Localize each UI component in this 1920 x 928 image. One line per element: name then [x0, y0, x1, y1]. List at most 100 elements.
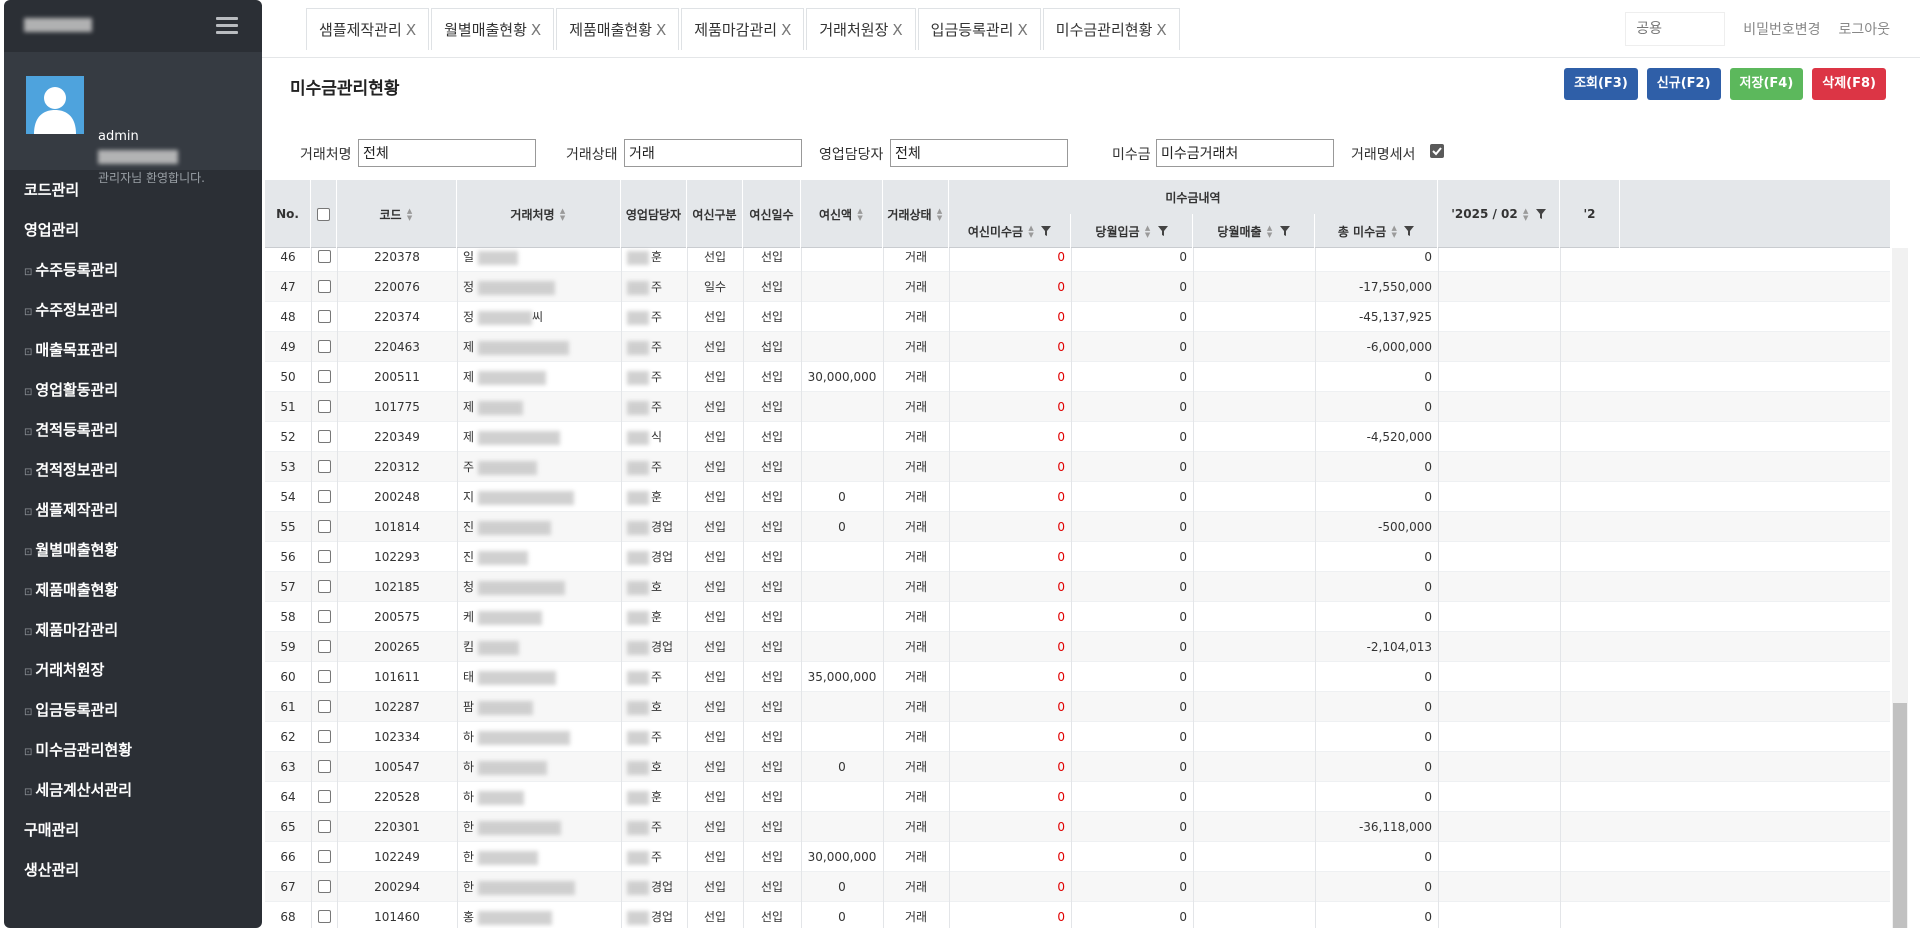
row-checkbox[interactable] — [317, 550, 331, 563]
sidebar-item-4[interactable]: ⊡ 매출목표관리 — [4, 330, 262, 370]
row-checkbox[interactable] — [317, 310, 331, 323]
sort-icon[interactable]: ▲▼ — [1027, 224, 1035, 238]
table-row[interactable]: 58 200575 케 훈 선입 선입 거래 0 0 0 — [265, 602, 1890, 632]
col-rep[interactable]: 영업담당자 — [621, 180, 687, 248]
sidebar-item-2[interactable]: ⊡ 수주등록관리 — [4, 250, 262, 290]
row-checkbox[interactable] — [317, 340, 331, 353]
tab-5[interactable]: 입금등록관리 X — [917, 8, 1041, 50]
table-row[interactable]: 53 220312 주 주 선입 선입 거래 0 0 0 — [265, 452, 1890, 482]
statement-checkbox[interactable] — [1430, 144, 1444, 158]
tab-6[interactable]: 미수금관리현황 X — [1042, 8, 1180, 50]
change-password-link[interactable]: 비밀번호변경 — [1743, 19, 1820, 39]
table-row[interactable]: 54 200248 지 훈 선입 선입 0 거래 0 0 0 — [265, 482, 1890, 512]
new-button[interactable]: 신규(F2) — [1646, 68, 1721, 100]
row-checkbox[interactable] — [317, 280, 331, 293]
table-row[interactable]: 68 101460 홍 경업 선입 선입 0 거래 0 0 0 — [265, 902, 1890, 928]
sidebar-item-11[interactable]: ⊡ 제품마감관리 — [4, 610, 262, 650]
table-row[interactable]: 62 102334 하 주 선입 선입 거래 0 0 0 — [265, 722, 1890, 752]
row-checkbox[interactable] — [317, 580, 331, 593]
row-checkbox[interactable] — [317, 880, 331, 893]
table-row[interactable]: 57 102185 청 호 선입 선입 거래 0 0 0 — [265, 572, 1890, 602]
sidebar-item-16[interactable]: 구매관리 — [4, 810, 262, 850]
sort-icon[interactable]: ▲▼ — [1390, 224, 1398, 238]
sort-icon[interactable]: ▲▼ — [559, 207, 567, 221]
receivable-field[interactable] — [1156, 139, 1334, 167]
table-row[interactable]: 60 101611 태 주 선입 선입 35,000,000 거래 0 0 0 — [265, 662, 1890, 692]
tab-close-icon[interactable]: X — [406, 21, 416, 39]
table-row[interactable]: 48 220374 정 씨 주 선입 선입 거래 0 0 -45,137,925 — [265, 302, 1890, 332]
sales-rep-field[interactable] — [890, 139, 1068, 167]
tab-2[interactable]: 제품매출현황 X — [556, 8, 680, 50]
tab-close-icon[interactable]: X — [656, 21, 666, 39]
row-checkbox[interactable] — [317, 760, 331, 773]
row-checkbox[interactable] — [317, 490, 331, 503]
row-checkbox[interactable] — [317, 730, 331, 743]
tab-0[interactable]: 샘플제작관리 X — [306, 8, 430, 50]
row-checkbox[interactable] — [317, 640, 331, 653]
row-checkbox[interactable] — [317, 700, 331, 713]
sidebar-item-5[interactable]: ⊡ 영업활동관리 — [4, 370, 262, 410]
tab-close-icon[interactable]: X — [892, 21, 902, 39]
table-row[interactable]: 49 220463 제 주 선입 섭입 거래 0 0 -6,000,000 — [265, 332, 1890, 362]
sort-icon[interactable]: ▲▼ — [406, 207, 414, 221]
menu-toggle-icon[interactable] — [216, 17, 238, 35]
sidebar-item-12[interactable]: ⊡ 거래처원장 — [4, 650, 262, 690]
common-search-input[interactable] — [1625, 12, 1726, 46]
filter-icon[interactable] — [1535, 209, 1546, 219]
col-select-all[interactable] — [311, 180, 337, 248]
row-checkbox[interactable] — [317, 250, 331, 263]
row-checkbox[interactable] — [317, 520, 331, 533]
sidebar-item-10[interactable]: ⊡ 제품매출현황 — [4, 570, 262, 610]
col-group-receivables[interactable]: 미수금내역 — [949, 180, 1438, 214]
table-row[interactable]: 52 220349 제 식 선입 선입 거래 0 0 -4,520,000 — [265, 422, 1890, 452]
row-checkbox[interactable] — [317, 820, 331, 833]
sidebar-item-15[interactable]: ⊡ 세금계산서관리 — [4, 770, 262, 810]
table-row[interactable]: 66 102249 한 주 선입 선입 30,000,000 거래 0 0 0 — [265, 842, 1890, 872]
logout-link[interactable]: 로그아웃 — [1838, 19, 1890, 39]
col-code[interactable]: 코드 ▲▼ — [337, 180, 457, 248]
tab-close-icon[interactable]: X — [531, 21, 541, 39]
table-row[interactable]: 59 200265 킴 경업 선입 선입 거래 0 0 -2,104,013 — [265, 632, 1890, 662]
select-all-checkbox[interactable] — [317, 207, 330, 221]
sort-icon[interactable]: ▲▼ — [856, 207, 864, 221]
tab-1[interactable]: 월별매출현황 X — [431, 8, 555, 50]
sort-icon[interactable]: ▲▼ — [1144, 224, 1152, 238]
tab-3[interactable]: 제품마감관리 X — [681, 8, 805, 50]
table-row[interactable]: 51 101775 제 주 선입 선입 거래 0 0 0 — [265, 392, 1890, 422]
row-checkbox[interactable] — [317, 460, 331, 473]
col-client[interactable]: 거래처명 ▲▼ — [457, 180, 621, 248]
sidebar-item-17[interactable]: 생산관리 — [4, 850, 262, 890]
sidebar-item-1[interactable]: 영업관리 — [4, 210, 262, 250]
row-checkbox[interactable] — [317, 850, 331, 863]
grid-scroll-thumb[interactable] — [1893, 703, 1907, 928]
tab-close-icon[interactable]: X — [781, 21, 791, 39]
filter-icon[interactable] — [1041, 226, 1052, 236]
col-period[interactable]: '2025 / 02 ▲▼ — [1438, 180, 1560, 248]
table-row[interactable]: 55 101814 진 경업 선입 선입 0 거래 0 0 -500,000 — [265, 512, 1890, 542]
status-field[interactable] — [624, 139, 802, 167]
table-row[interactable]: 56 102293 진 경업 선입 선입 거래 0 0 0 — [265, 542, 1890, 572]
col-status[interactable]: 거래상태 ▲▼ — [883, 180, 949, 248]
row-checkbox[interactable] — [317, 610, 331, 623]
sidebar-item-0[interactable]: 코드관리 — [4, 170, 262, 210]
col-no[interactable]: No. — [265, 180, 311, 248]
row-checkbox[interactable] — [317, 370, 331, 383]
sort-icon[interactable]: ▲▼ — [1522, 207, 1530, 221]
row-checkbox[interactable] — [317, 400, 331, 413]
table-row[interactable]: 65 220301 한 주 선입 선입 거래 0 0 -36,118,000 — [265, 812, 1890, 842]
col-credit-days[interactable]: 여신일수 — [743, 180, 801, 248]
sort-icon[interactable]: ▲▼ — [1266, 224, 1274, 238]
table-row[interactable]: 47 220076 정 주 일수 선입 거래 0 0 -17,550,000 — [265, 272, 1890, 302]
filter-icon[interactable] — [1279, 226, 1290, 236]
sidebar-item-14[interactable]: ⊡ 미수금관리현황 — [4, 730, 262, 770]
row-checkbox[interactable] — [317, 670, 331, 683]
col-credit-type[interactable]: 여신구분 — [687, 180, 743, 248]
save-button[interactable]: 저장(F4) — [1729, 68, 1804, 100]
col-next-period[interactable]: '2 — [1560, 180, 1620, 248]
sidebar-item-6[interactable]: ⊡ 견적등록관리 — [4, 410, 262, 450]
tab-4[interactable]: 거래처원장 X — [806, 8, 916, 50]
row-checkbox[interactable] — [317, 910, 331, 923]
sidebar-item-3[interactable]: ⊡ 수주정보관리 — [4, 290, 262, 330]
col-credit-amount[interactable]: 여신액 ▲▼ — [801, 180, 883, 248]
sidebar-item-8[interactable]: ⊡ 샘플제작관리 — [4, 490, 262, 530]
